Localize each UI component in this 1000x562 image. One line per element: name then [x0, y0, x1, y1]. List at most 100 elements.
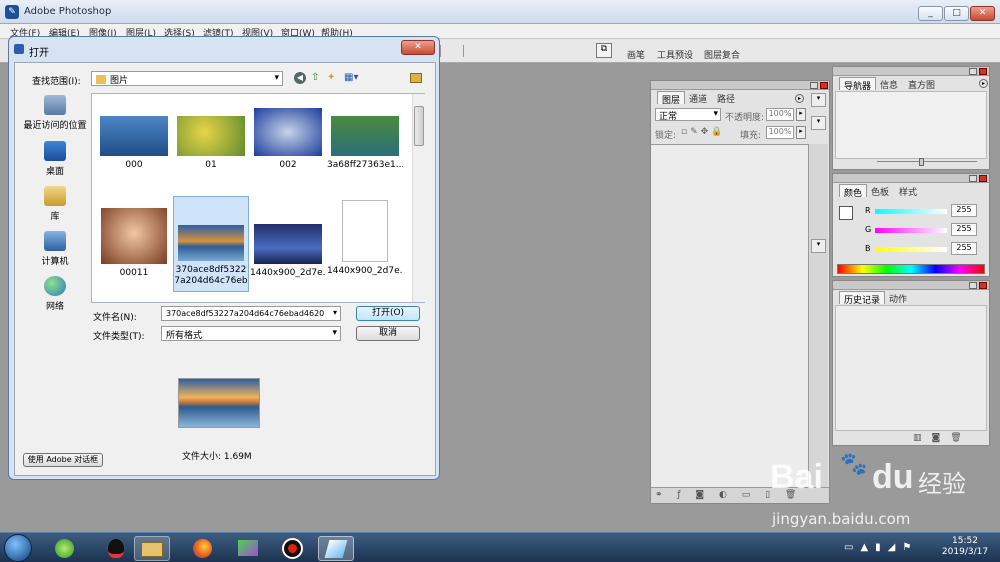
zoom-slider-handle[interactable] — [919, 158, 924, 166]
tab-actions[interactable]: 动作 — [885, 291, 911, 305]
tab-brushes[interactable]: 画笔 — [627, 48, 645, 61]
tab-color[interactable]: 颜色 — [839, 184, 868, 199]
file-item[interactable]: 002 — [250, 108, 326, 171]
panel-close-button[interactable] — [979, 68, 987, 75]
tab-swatches[interactable]: 色板 — [867, 184, 893, 198]
scrollbar-thumb[interactable] — [414, 106, 424, 146]
history-bottom-toolbar[interactable]: ▥◙🗑 — [913, 433, 972, 443]
panel-minimize-button[interactable] — [969, 175, 977, 182]
panel-menu-icon[interactable]: ▸ — [979, 79, 988, 88]
minimize-button[interactable]: _ — [918, 6, 943, 21]
file-item-selected[interactable]: 370ace8df53227a204d64c76ebad — [173, 196, 249, 292]
file-item[interactable]: 000 — [96, 116, 172, 171]
g-value-field[interactable]: 255 — [951, 223, 977, 236]
use-adobe-dialog-button[interactable]: 使用 Adobe 对话框 — [23, 453, 103, 467]
dialog-close-button[interactable]: ✕ — [401, 40, 435, 55]
chevron-down-icon: ▾ — [332, 308, 337, 317]
fill-field[interactable]: 100% — [766, 126, 794, 139]
dropdown-arrow-icon[interactable]: ▾ — [811, 116, 826, 130]
tab-navigator[interactable]: 导航器 — [839, 77, 877, 92]
file-item[interactable]: 00011 — [96, 208, 172, 279]
filetype-select[interactable]: 所有格式 ▾ — [161, 326, 341, 341]
dropdown-arrow-icon[interactable]: ▾ — [811, 239, 826, 253]
tab-layer-comps[interactable]: 图层复合 — [704, 48, 740, 61]
opacity-arrow-icon[interactable]: ▸ — [796, 108, 806, 121]
layers-list[interactable] — [651, 144, 808, 487]
panel-close-button[interactable] — [979, 282, 987, 289]
tab-paths[interactable]: 路径 — [713, 91, 739, 105]
system-tray-icons[interactable]: ▭▲▮◢⚑ — [844, 542, 918, 553]
navigator-preview[interactable] — [835, 91, 987, 159]
taskbar-player-icon[interactable] — [230, 536, 266, 561]
taskbar-clock[interactable]: 15:52 2019/3/17 — [934, 536, 996, 558]
open-button[interactable]: 打开(O) — [356, 306, 420, 321]
opacity-field[interactable]: 100% — [766, 108, 794, 121]
file-thumbnail — [178, 225, 244, 261]
filename-input[interactable]: 370ace8df53227a204d64c76ebad4620 ▾ — [161, 306, 341, 321]
tab-channels[interactable]: 通道 — [685, 91, 711, 105]
foreground-color-swatch[interactable] — [839, 206, 853, 220]
r-value-field[interactable]: 255 — [951, 204, 977, 217]
dialog-app-icon — [14, 44, 24, 54]
fill-arrow-icon[interactable]: ▸ — [796, 126, 806, 139]
history-list[interactable] — [835, 305, 987, 431]
tab-styles[interactable]: 样式 — [895, 184, 921, 198]
panel-minimize-button[interactable] — [810, 82, 818, 89]
b-value-field[interactable]: 255 — [951, 242, 977, 255]
taskbar-photoshop-icon[interactable] — [318, 536, 354, 561]
look-in-select[interactable]: 图片 ▾ — [91, 71, 283, 86]
place-computer[interactable]: 计算机 — [19, 231, 91, 267]
place-recent[interactable]: 最近访问的位置 — [19, 95, 91, 131]
layers-scrollbar[interactable] — [808, 144, 828, 487]
up-folder-icon[interactable]: ⇧ — [311, 72, 323, 84]
new-folder-icon[interactable]: ✦ — [327, 72, 339, 84]
palette-well-icon[interactable]: ⧉ — [596, 43, 612, 58]
panel-close-button[interactable] — [979, 175, 987, 182]
tab-info[interactable]: 信息 — [876, 77, 902, 91]
file-item[interactable]: 1440x900_2d7e... — [250, 224, 326, 279]
zoom-slider[interactable] — [877, 161, 977, 165]
taskbar-record-icon[interactable] — [274, 536, 310, 561]
filename-label: 文件名(N): — [93, 313, 137, 323]
panel-menu-icon[interactable]: ▸ — [795, 94, 804, 103]
g-slider[interactable] — [875, 228, 947, 233]
tab-layers[interactable]: 图层 — [657, 91, 686, 106]
file-thumbnail — [254, 108, 322, 156]
taskbar-360-icon[interactable] — [46, 536, 82, 561]
taskbar-explorer-icon[interactable] — [134, 536, 170, 561]
place-network-label: 网络 — [45, 302, 64, 312]
file-list[interactable]: 000 01 002 3a68ff27363e1... 00011 370ace… — [91, 93, 425, 303]
blend-mode-select[interactable]: 正常 ▾ — [655, 108, 721, 122]
dropdown-arrow-icon[interactable]: ▾ — [811, 93, 826, 107]
color-spectrum-bar[interactable] — [837, 264, 985, 274]
file-item[interactable]: 01 — [173, 116, 249, 171]
place-desktop[interactable]: 桌面 — [19, 141, 91, 177]
taskbar-qq-icon[interactable] — [98, 536, 134, 561]
r-slider[interactable] — [875, 209, 947, 214]
color-panel-titlebar — [833, 174, 989, 183]
file-list-scrollbar[interactable] — [412, 94, 425, 302]
back-arrow-icon[interactable]: ◀ — [294, 72, 306, 84]
close-window-button[interactable]: ✕ — [970, 6, 995, 21]
b-slider[interactable] — [875, 247, 947, 252]
place-libraries[interactable]: 库 — [19, 186, 91, 222]
lock-icons[interactable]: ▫✎✥🔒 — [681, 127, 725, 137]
maximize-button[interactable]: □ — [944, 6, 969, 21]
file-item[interactable]: 3a68ff27363e1... — [327, 116, 403, 171]
file-item[interactable]: 1440x900_2d7e... — [327, 200, 403, 277]
cancel-button[interactable]: 取消 — [356, 326, 420, 341]
taskbar-firefox-icon[interactable] — [184, 536, 220, 561]
folder-shortcut-icon[interactable] — [410, 73, 422, 83]
tab-history[interactable]: 历史记录 — [839, 291, 886, 306]
start-button[interactable] — [4, 534, 32, 562]
view-menu-icon[interactable]: ▦▾ — [344, 72, 364, 84]
filename-value: 370ace8df53227a204d64c76ebad4620 — [166, 309, 325, 318]
place-network[interactable]: 网络 — [19, 276, 91, 312]
panel-close-button[interactable] — [820, 82, 828, 89]
panel-minimize-button[interactable] — [969, 68, 977, 75]
tab-tool-presets[interactable]: 工具预设 — [657, 48, 693, 61]
tab-histogram[interactable]: 直方图 — [904, 77, 939, 91]
panel-minimize-button[interactable] — [969, 282, 977, 289]
clock-time: 15:52 — [952, 536, 978, 546]
lock-label: 锁定: — [655, 131, 677, 141]
